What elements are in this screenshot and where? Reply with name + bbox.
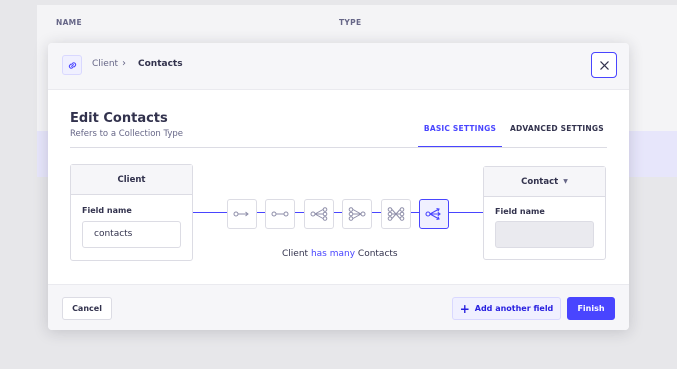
one-way-icon [233,211,249,217]
source-collection-box: Client Field name contacts [70,164,193,261]
add-another-field-label: Add another field [474,304,554,313]
relation-icon [62,55,82,75]
finish-button[interactable]: Finish [567,297,615,320]
target-collection-name: Contact [521,176,559,187]
relation-many-to-one-button[interactable] [342,199,372,229]
relation-target: Contacts [357,249,398,259]
tab-advanced-settings[interactable]: ADVANCED SETTINGS [510,124,604,133]
close-icon [599,60,609,70]
add-another-field-button[interactable]: + Add another field [452,297,561,320]
cancel-button[interactable]: Cancel [62,297,112,320]
field-name-input[interactable]: contacts [82,221,181,248]
many-ways-icon [425,207,441,221]
one-to-many-icon [310,207,328,221]
caret-down-icon: ▼ [563,178,568,185]
target-collection-select[interactable]: Contact ▼ [484,167,605,197]
many-to-one-icon [348,207,366,221]
tabs-divider [70,147,607,148]
edit-relation-modal: Client › Contacts Edit Contacts Refers t… [48,43,629,330]
modal-header: Client › Contacts [48,43,629,90]
target-field-name-label: Field name [495,207,545,216]
relation-many-ways-button[interactable] [419,199,449,229]
relation-one-to-many-button[interactable] [304,199,334,229]
plus-icon: + [459,301,470,316]
relation-verb: has many [310,249,356,259]
page-subtitle: Refers to a Collection Type [70,129,184,139]
field-name-label: Field name [82,206,132,215]
relation-source: Client [282,249,309,259]
breadcrumb-current: Contacts [138,59,183,69]
target-collection-box: Contact ▼ Field name [483,166,606,260]
column-header-type: TYPE [339,18,362,27]
close-button[interactable] [591,52,617,78]
source-collection-name: Client [71,165,192,195]
relation-one-to-one-button[interactable] [265,199,295,229]
page-title: Edit Contacts [70,111,168,126]
chevron-right-icon: › [122,58,126,69]
target-field-name-input [495,221,594,248]
relation-many-to-many-button[interactable] [381,199,411,229]
modal-footer: Cancel + Add another field Finish [48,284,629,330]
one-to-one-icon [271,211,289,217]
tab-basic-settings[interactable]: BASIC SETTINGS [418,124,502,148]
column-header-name: NAME [56,18,82,27]
relation-one-way-button[interactable] [227,199,257,229]
relation-description: Client has many Contacts [282,249,398,259]
breadcrumb-parent[interactable]: Client [92,59,118,69]
background-table-header: NAME TYPE [37,5,677,39]
many-to-many-icon [387,207,405,221]
